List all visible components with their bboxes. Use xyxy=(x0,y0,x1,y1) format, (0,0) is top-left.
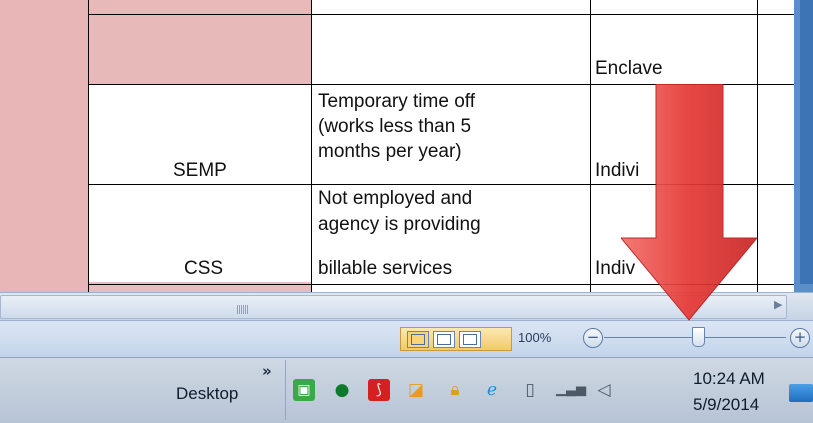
device-icon[interactable]: ▯ xyxy=(519,379,541,401)
grid-line xyxy=(311,0,312,292)
cell-d-row1[interactable]: Enclave xyxy=(595,56,663,82)
cell-c-row3-line2[interactable]: agency is providing xyxy=(318,212,481,238)
pink-cell-b1 xyxy=(88,0,311,84)
show-desktop-button[interactable] xyxy=(789,384,813,402)
grip-icon: |||||| xyxy=(236,305,249,315)
scroll-right-icon[interactable]: ▶ xyxy=(774,298,782,311)
break-glyph xyxy=(463,334,477,345)
vertical-scroll-thumb[interactable] xyxy=(800,0,813,284)
grid-line xyxy=(590,0,591,292)
cell-c-row2-line1[interactable]: Temporary time off xyxy=(318,89,475,115)
down-arrow-annotation-icon xyxy=(621,84,759,321)
pink-column-a xyxy=(0,0,88,292)
cell-c-row3-line1[interactable]: Not employed and xyxy=(318,186,472,212)
view-switcher xyxy=(400,327,512,351)
page-glyph xyxy=(437,334,451,345)
clock-date[interactable]: 5/9/2014 xyxy=(693,395,759,415)
page-break-preview-icon[interactable] xyxy=(459,331,481,348)
cell-b-row3[interactable]: CSS xyxy=(184,256,223,282)
vertical-scrollbar[interactable] xyxy=(794,0,813,292)
green-app-icon[interactable]: ▣ xyxy=(293,379,315,401)
taskbar: Desktop » ▣ ● ⟆ ◪ 🔒︎ ℯ ▯ ▁▃▅ ◁ 10:24 AM … xyxy=(0,357,813,423)
status-bar: 100% − + xyxy=(0,320,813,357)
cell-c-row2-line2[interactable]: (works less than 5 xyxy=(318,114,471,140)
speaker-icon[interactable]: ◁ xyxy=(593,379,615,401)
tray-separator xyxy=(285,360,286,420)
page-layout-icon[interactable] xyxy=(433,331,455,348)
signal-bars-icon[interactable]: ▁▃▅ xyxy=(556,379,586,401)
zoom-level-label[interactable]: 100% xyxy=(518,330,551,345)
chat-bubble-icon[interactable]: ● xyxy=(331,379,353,401)
cell-c-row3-line3[interactable]: billable services xyxy=(318,256,452,282)
cell-c-row2-line3[interactable]: months per year) xyxy=(318,139,462,165)
zoom-slider-thumb[interactable] xyxy=(692,327,705,347)
grid-glyph xyxy=(411,334,425,345)
normal-view-icon[interactable] xyxy=(407,331,429,348)
grid-line xyxy=(88,0,89,292)
grid-line xyxy=(88,14,794,15)
clock-time[interactable]: 10:24 AM xyxy=(693,369,765,389)
desktop-toolbar-label[interactable]: Desktop xyxy=(176,384,238,404)
zoom-out-button[interactable]: − xyxy=(583,328,603,348)
lock-icon[interactable]: 🔒︎ xyxy=(444,379,466,401)
cell-b-row2[interactable]: SEMP xyxy=(173,158,227,184)
paint-icon[interactable]: ◪ xyxy=(405,379,427,401)
ie-icon[interactable]: ℯ xyxy=(481,379,503,401)
acrobat-icon[interactable]: ⟆ xyxy=(368,379,390,401)
zoom-in-button[interactable]: + xyxy=(790,328,810,348)
toolbar-overflow-chevron[interactable]: » xyxy=(262,362,272,380)
